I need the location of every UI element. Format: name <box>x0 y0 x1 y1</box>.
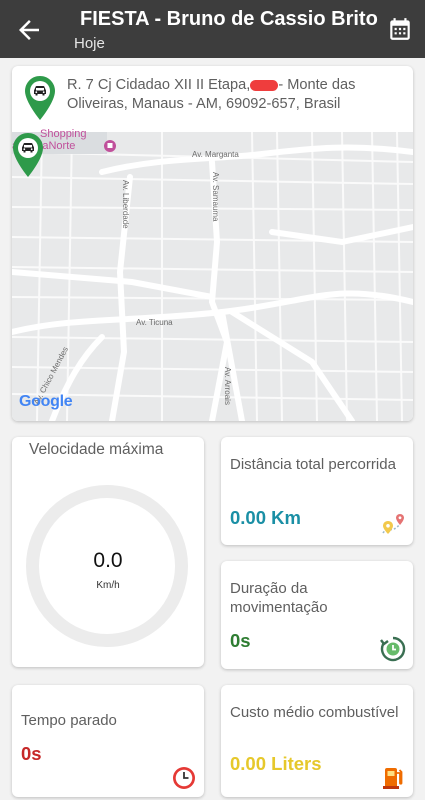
stopped-time-value: 0s <box>21 743 42 764</box>
distance-card: Distância total percorrida 0.00 Km <box>221 437 413 545</box>
address-text: R. 7 Cj Cidadao XII II Etapa, - Monte das… <box>67 76 407 114</box>
location-card: R. 7 Cj Cidadao XII II Etapa, - Monte das… <box>12 66 413 421</box>
car-location-pin-icon[interactable] <box>12 132 44 178</box>
fuel-value: 0.00 Liters <box>230 753 322 774</box>
page-subtitle: Hoje <box>74 35 105 52</box>
speed-unit: Km/h <box>96 580 120 591</box>
refresh-clock-icon <box>380 636 406 662</box>
distance-value: 0.00 Km <box>230 507 301 528</box>
duration-label: Duração da movimentação <box>230 580 328 616</box>
address-part-1: R. 7 Cj Cidadao XII II Etapa, <box>67 77 251 93</box>
stopped-time-card: Tempo parado 0s <box>12 685 204 797</box>
fuel-label: Custo médio combustível <box>230 704 399 721</box>
calendar-icon[interactable] <box>387 16 413 42</box>
fuel-card: Custo médio combustível 0.00 Liters <box>221 685 413 797</box>
page-title: FIESTA - Bruno de Cassio Brito <box>80 8 378 30</box>
car-location-pin-icon <box>25 76 55 120</box>
map-poi-label: Shopping <box>40 128 87 140</box>
back-arrow-icon[interactable] <box>14 15 44 45</box>
max-speed-title: Velocidade máxima <box>29 441 164 458</box>
duration-value: 0s <box>230 630 251 651</box>
map-view[interactable]: Shopping aus ViaNorte Av. Marganta Av. L… <box>12 128 413 421</box>
redaction-mark <box>250 79 279 91</box>
distance-label: Distância total percorrida <box>230 456 396 473</box>
max-speed-card: Velocidade máxima 0.0 Km/h <box>12 437 204 667</box>
duration-card: Duração da movimentação 0s <box>221 561 413 669</box>
map-street-label: Av. Marganta <box>192 150 239 159</box>
stopped-time-label: Tempo parado <box>21 712 117 729</box>
speed-value: 0.0 <box>93 549 123 572</box>
map-route-icon <box>382 514 404 534</box>
alarm-clock-icon <box>173 767 195 789</box>
map-street-label: Av. Samauma <box>211 172 220 222</box>
map-street-label: Av. Liberdade <box>121 180 130 229</box>
map-street-label: Av. Ticuna <box>136 318 173 327</box>
map-street-label: Av. Arroais <box>223 367 232 405</box>
fuel-pump-icon <box>383 768 403 789</box>
google-logo: Google <box>19 393 73 410</box>
app-bar: FIESTA - Bruno de Cassio Brito Hoje <box>0 0 425 58</box>
